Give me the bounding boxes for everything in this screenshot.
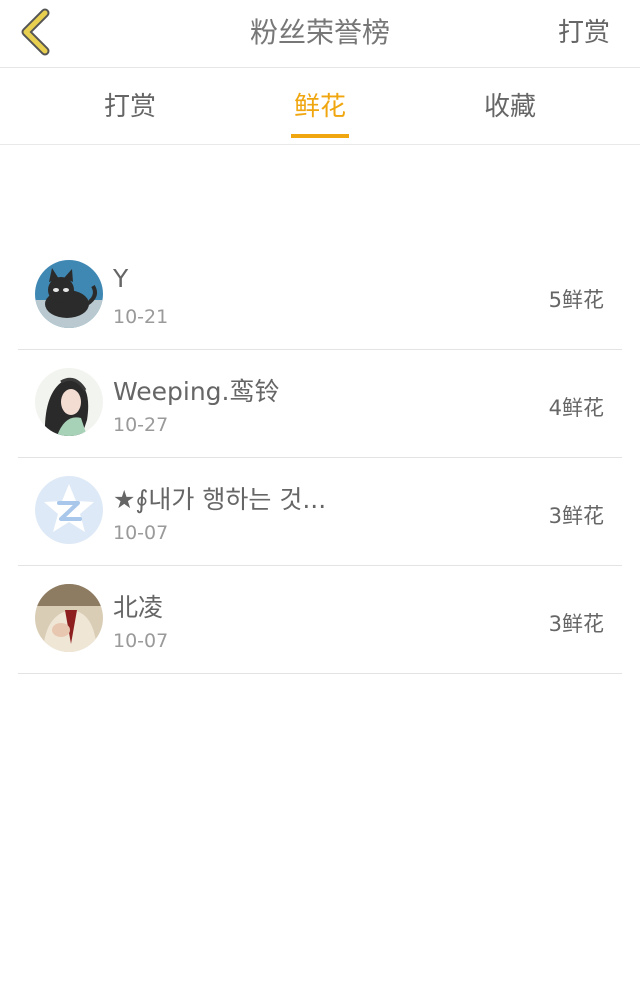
fan-name: Weeping.鸾铃 [113,377,280,406]
tab-label: 收藏 [483,92,536,122]
title-bar: 粉丝荣誉榜 打赏 [0,0,640,68]
fan-ranking-list: Y 10-21 5鲜花 Weeping.鸾铃 10-27 4鲜花 ★∮내가 행하… [18,242,622,674]
list-item[interactable]: 北凌 10-07 3鲜花 [18,566,622,674]
qzone-star-avatar[interactable] [35,476,103,544]
tab-flowers[interactable]: 鲜花 [270,68,370,144]
flower-count: 3鲜花 [548,504,604,528]
page-title: 粉丝荣誉榜 [249,16,390,49]
flower-count: 5鲜花 [548,288,604,312]
list-item[interactable]: Y 10-21 5鲜花 [18,242,622,350]
tab-label: 打赏 [103,92,156,122]
fan-date: 10-07 [113,630,169,652]
fan-name: ★∮내가 행하는 것... [113,485,327,514]
fan-date: 10-27 [113,414,169,436]
tab-label: 鲜花 [293,92,346,122]
portrait-avatar[interactable] [35,584,103,652]
list-item[interactable]: ★∮내가 행하는 것... 10-07 3鲜花 [18,458,622,566]
girl-avatar[interactable] [35,368,103,436]
flower-count: 3鲜花 [548,612,604,636]
cat-avatar[interactable] [35,260,103,328]
tab-reward[interactable]: 打赏 [80,68,180,144]
fan-date: 10-07 [113,522,169,544]
fan-name: 北凌 [113,593,164,622]
fan-date: 10-21 [113,306,169,328]
tab-favorites[interactable]: 收藏 [460,68,560,144]
list-item[interactable]: Weeping.鸾铃 10-27 4鲜花 [18,350,622,458]
reward-button[interactable]: 打赏 [558,0,610,66]
flower-count: 4鲜花 [548,396,604,420]
active-tab-indicator [291,134,349,138]
tab-bar: 打赏 鲜花 收藏 [0,68,640,145]
fan-name: Y [113,264,129,293]
